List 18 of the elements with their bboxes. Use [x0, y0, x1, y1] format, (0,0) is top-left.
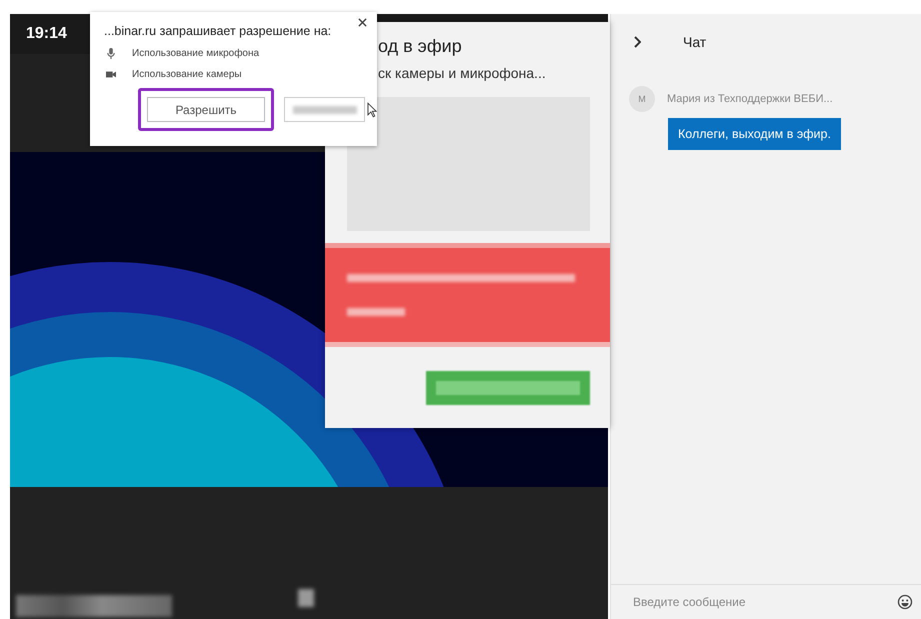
chat-title: Чат — [683, 34, 706, 50]
permission-label: Использование камеры — [132, 69, 242, 80]
blurred-icon — [298, 589, 314, 607]
allow-button[interactable]: Разрешить — [147, 97, 265, 122]
camera-icon — [106, 69, 116, 80]
smiley-icon[interactable] — [897, 594, 913, 610]
message-bubble: Коллеги, выходим в эфир. — [668, 118, 841, 150]
sender-name: Мария из Техподдержки ВЕБИ... — [667, 93, 833, 105]
time-label: 19:14 — [26, 25, 67, 43]
modal-title: од в эфир — [378, 36, 462, 57]
chevron-right-icon[interactable] — [633, 36, 641, 48]
message-input[interactable]: Введите сообщение — [631, 594, 897, 610]
microphone-icon — [106, 48, 116, 59]
popup-title: ...binar.ru запрашивает разрешение на: — [104, 24, 332, 38]
permission-label: Использование микрофона — [132, 48, 260, 59]
modal-subtitle: ск камеры и микрофона... — [378, 65, 546, 81]
avatar: М — [629, 86, 655, 112]
close-icon[interactable] — [358, 18, 367, 27]
